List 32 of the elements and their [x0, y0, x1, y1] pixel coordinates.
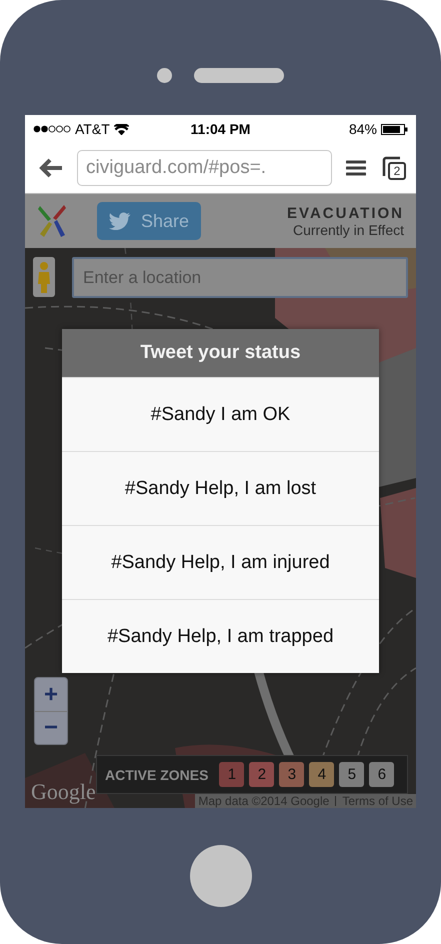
zone-chip[interactable]: 3 — [279, 762, 304, 787]
camera-dot — [157, 68, 172, 83]
zone-chip[interactable]: 4 — [309, 762, 334, 787]
tabs-button[interactable]: 2 — [380, 154, 408, 182]
map-logo: Google — [31, 779, 96, 805]
battery-percent: 84% — [348, 121, 377, 137]
status-option[interactable]: #Sandy Help, I am injured — [62, 525, 379, 599]
zone-chip[interactable]: 5 — [339, 762, 364, 787]
signal-icon — [33, 125, 71, 133]
battery-icon — [381, 124, 408, 134]
share-button[interactable]: Share — [97, 202, 202, 240]
status-option[interactable]: #Sandy Help, I am lost — [62, 451, 379, 525]
zone-chip[interactable]: 6 — [369, 762, 394, 787]
status-option[interactable]: #Sandy Help, I am trapped — [62, 599, 379, 673]
dialog-title: Tweet your status — [62, 329, 379, 377]
alert-subtitle: Currently in Effect — [292, 222, 404, 238]
zoom-out-button[interactable]: − — [35, 711, 67, 744]
zone-chip[interactable]: 1 — [219, 762, 244, 787]
carrier-name: AT&T — [75, 121, 110, 137]
location-search-field[interactable]: Enter a location — [72, 257, 408, 298]
zones-label: ACTIVE ZONES — [105, 766, 208, 782]
zone-chip[interactable]: 2 — [249, 762, 274, 787]
alert-title: EVACUATION — [287, 204, 404, 222]
menu-icon[interactable] — [346, 160, 366, 176]
status-option[interactable]: #Sandy I am OK — [62, 377, 379, 451]
back-arrow-icon[interactable] — [39, 158, 63, 178]
zoom-in-button[interactable]: + — [35, 678, 67, 711]
bird-icon — [109, 212, 131, 230]
url-field[interactable]: civiguard.com/#pos=. — [77, 150, 332, 186]
logo-icon — [37, 203, 67, 239]
clock-time: 11:04 PM — [190, 121, 250, 137]
wifi-icon — [114, 124, 129, 134]
